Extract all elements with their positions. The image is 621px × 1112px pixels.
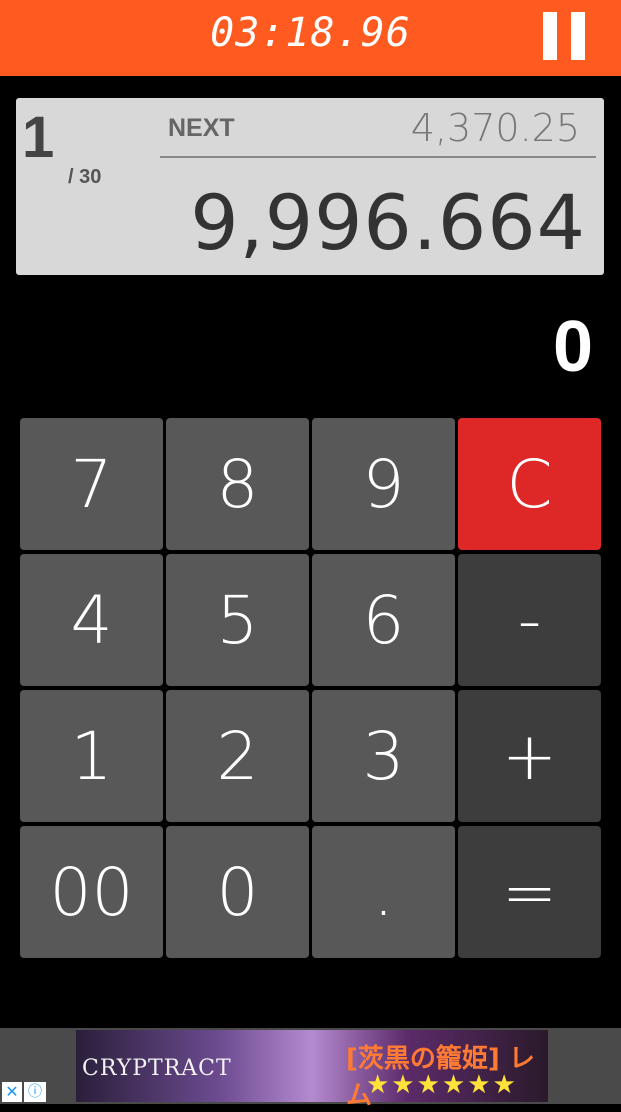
question-number: 1: [22, 105, 55, 170]
calculator-display: 0: [552, 307, 593, 387]
top-bar: 03:18.96: [0, 0, 621, 76]
ad-banner-area: CRYPTRACT [茨黒の籠姫] レム ★★★★★★: [0, 1028, 621, 1111]
equals-button[interactable]: =: [458, 826, 601, 958]
key-0[interactable]: 0: [166, 826, 309, 958]
ad-stars: ★★★★★★: [366, 1070, 518, 1100]
target-value: 9,996.664: [190, 178, 586, 267]
next-value: 4,370.25: [410, 106, 580, 150]
key-7[interactable]: 7: [20, 418, 163, 550]
key-8[interactable]: 8: [166, 418, 309, 550]
pause-icon: [543, 12, 557, 60]
info-icon[interactable]: ⓘ: [24, 1082, 46, 1102]
ad-banner[interactable]: CRYPTRACT [茨黒の籠姫] レム ★★★★★★: [76, 1030, 548, 1111]
next-label: NEXT: [168, 114, 235, 142]
minus-button[interactable]: -: [458, 554, 601, 686]
key-4[interactable]: 4: [20, 554, 163, 686]
clear-button[interactable]: C: [458, 418, 601, 550]
close-icon[interactable]: ✕: [2, 1082, 22, 1102]
keypad: 7 8 9 C 4 5 6 - 1 2 3 + 00 0 . =: [20, 418, 601, 959]
ad-brand: CRYPTRACT: [82, 1056, 232, 1081]
key-5[interactable]: 5: [166, 554, 309, 686]
divider: [160, 156, 596, 158]
key-3[interactable]: 3: [312, 690, 455, 822]
key-00[interactable]: 00: [20, 826, 163, 958]
key-2[interactable]: 2: [166, 690, 309, 822]
pause-button[interactable]: [543, 12, 585, 62]
question-total: / 30: [68, 166, 102, 188]
pause-icon: [571, 12, 585, 60]
key-6[interactable]: 6: [312, 554, 455, 686]
plus-button[interactable]: +: [458, 690, 601, 822]
key-1[interactable]: 1: [20, 690, 163, 822]
question-panel: 1 / 30 NEXT 4,370.25 9,996.664: [16, 98, 604, 275]
decimal-button[interactable]: .: [312, 826, 455, 958]
key-9[interactable]: 9: [312, 418, 455, 550]
timer: 03:18.96: [210, 10, 411, 56]
